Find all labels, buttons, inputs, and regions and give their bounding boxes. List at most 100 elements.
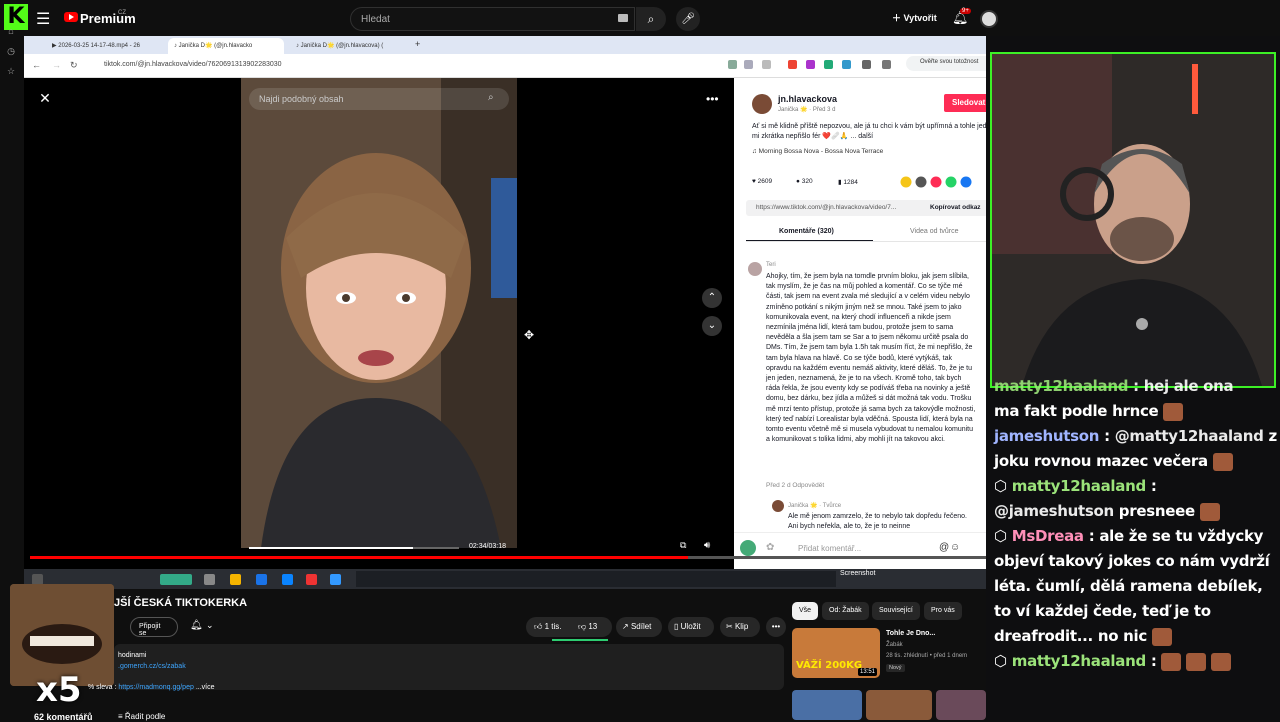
browser-app-icon[interactable] <box>256 574 267 585</box>
keyboard-icon[interactable] <box>618 14 628 22</box>
back-icon[interactable]: ← <box>32 60 41 70</box>
mention-icon[interactable]: @ <box>939 542 949 553</box>
tiktok-video[interactable] <box>241 78 517 548</box>
chip-from-channel[interactable]: Od: Žabák <box>822 602 869 620</box>
more-actions-icon[interactable]: ••• <box>766 617 786 637</box>
browser-tab[interactable]: ▶ 2026-03-25 14-17-48.mp4 - 26 <box>46 38 164 54</box>
create-button[interactable]: ＋ Vytvořit <box>892 11 937 24</box>
chat-username[interactable]: matty12haaland <box>1012 477 1146 495</box>
subscription-bell-icon[interactable]: 🔔︎ <box>190 620 203 631</box>
channel-title[interactable]: JŠÍ ČESKÁ TIKTOKERKA <box>114 597 247 609</box>
home-icon[interactable]: ⌂ <box>5 26 17 38</box>
chat-username[interactable]: MsDreaa <box>1012 527 1084 545</box>
recommendation-thumbnail[interactable] <box>936 690 986 720</box>
tiktok-side-panel: jn.hlavackova Janička 🌟 · Před 3 d Sledo… <box>734 78 1010 572</box>
opera-icon[interactable] <box>306 574 317 585</box>
extension-icon[interactable] <box>788 60 797 69</box>
chat-username[interactable]: jameshutson <box>994 427 1099 445</box>
recommendation-thumbnail[interactable] <box>866 690 932 720</box>
chip-all[interactable]: Vše <box>792 602 819 620</box>
address-bar[interactable]: tiktok.com/@jn.hlavackova/video/76206913… <box>104 61 282 68</box>
recommendation-thumbnail[interactable] <box>792 690 862 720</box>
chat-mention: @matty12haaland <box>1114 427 1264 445</box>
commenter-name[interactable]: Teri <box>766 262 776 268</box>
taskbar-thumbnail[interactable] <box>160 574 192 585</box>
extension-icon[interactable] <box>842 60 851 69</box>
creator-username[interactable]: jn.hlavackova <box>778 94 837 104</box>
extension-icon[interactable] <box>806 60 815 69</box>
recommendation-title[interactable]: Tohle Je Dno... <box>886 630 935 637</box>
youtube-region: CZ <box>118 10 126 16</box>
tab-comments[interactable]: Komentáře (320) <box>779 228 834 235</box>
music-label[interactable]: ♫ Morning Bossa Nova - Bossa Nova Terrac… <box>752 148 883 155</box>
more-options-icon[interactable]: ••• <box>706 92 719 106</box>
like-stat[interactable]: ♥ 2609 <box>752 178 772 185</box>
recommendation-channel[interactable]: Žabák <box>886 642 903 648</box>
add-comment-input[interactable]: Přidat komentář... <box>798 544 861 553</box>
dislike-button[interactable]: 👎︎ 13 <box>572 617 612 637</box>
bookmark-star-icon[interactable] <box>762 60 771 69</box>
browser-tab[interactable]: ♪ Janička D🌟 (@jn.hlavacova) ( <box>290 38 406 54</box>
like-count: 2609 <box>757 178 773 185</box>
extension-icon[interactable] <box>744 60 753 69</box>
copy-link-button[interactable]: Kopírovat odkaz <box>930 204 981 211</box>
screenshot-label[interactable]: Screenshot <box>840 570 875 577</box>
chevron-down-icon[interactable]: ⌄ <box>206 620 214 631</box>
forward-icon[interactable]: → <box>52 60 61 70</box>
star-icon[interactable]: ☆ <box>5 66 17 78</box>
thumbnail-text: VÁŽÍ 200KG <box>796 660 863 671</box>
creator-avatar[interactable] <box>752 94 772 114</box>
save-count: 1284 <box>843 179 858 186</box>
pip-icon[interactable]: ⧉ <box>680 540 686 551</box>
youtube-search-input[interactable]: Hledat <box>350 7 635 31</box>
extension-icon[interactable] <box>824 60 833 69</box>
gift-icon[interactable]: ✿ <box>766 542 774 553</box>
show-more-link[interactable]: ...více <box>196 684 215 691</box>
chip-related[interactable]: Související <box>872 602 920 620</box>
account-avatar[interactable] <box>980 10 998 28</box>
reply-author[interactable]: Janička 🌟 · Tvůrce <box>788 502 841 509</box>
clip-button[interactable]: ✂ Klip <box>720 617 760 637</box>
chat-username[interactable]: matty12haaland <box>994 377 1128 395</box>
taskbar-app-icon[interactable] <box>330 574 341 585</box>
search-button[interactable]: ⌕ <box>636 7 666 31</box>
comment-meta[interactable]: Před 2 d Odpovědět <box>766 482 824 489</box>
close-icon[interactable]: ✕ <box>36 90 54 108</box>
description-link[interactable]: .gomerch.cz/cs/zabak <box>118 663 186 670</box>
extension-icon[interactable] <box>728 60 737 69</box>
description-link[interactable]: https://madmonq.gg/pep <box>118 684 194 691</box>
extensions-puzzle-icon[interactable] <box>882 60 891 69</box>
mic-button[interactable]: 🎤︎ <box>676 7 700 31</box>
taskbar-app-icon[interactable] <box>282 574 293 585</box>
browser-tab-active[interactable]: ♪ Janička D🌟 (@jn.hlavacko <box>168 38 284 54</box>
next-video-button[interactable]: ⌄ <box>702 316 722 336</box>
chat-message: ⬡ MsDreaa : ale že se tu vždycky objeví … <box>994 527 1270 646</box>
share-button[interactable]: ↗ Sdílet <box>616 617 662 637</box>
clock-icon[interactable]: ◷ <box>5 46 17 58</box>
comment-stat[interactable]: ● 320 <box>796 178 813 185</box>
taskbar-app-icon[interactable] <box>204 574 215 585</box>
reload-icon[interactable]: ↻ <box>70 60 78 71</box>
join-button[interactable]: Připojit se <box>130 617 178 637</box>
youtube-logo-text[interactable]: Premium <box>80 11 136 26</box>
search-icon[interactable]: ⌕ <box>488 92 494 103</box>
editor-timeline[interactable] <box>356 571 836 587</box>
save-button[interactable]: ▯ Uložit <box>668 617 714 637</box>
browser-toolbar: ← → ↻ tiktok.com/@jn.hlavackova/video/76… <box>24 54 1012 78</box>
save-stat[interactable]: ▮ 1284 <box>838 178 858 186</box>
commenter-avatar[interactable] <box>748 262 762 276</box>
chip-for-you[interactable]: Pro vás <box>924 602 962 620</box>
extension-icon[interactable] <box>862 60 871 69</box>
badge-icon: ⬡ <box>994 527 1007 545</box>
menu-icon[interactable]: ☰ <box>36 9 50 29</box>
volume-icon[interactable]: 🔊︎ <box>704 540 710 551</box>
emoji-icon[interactable]: ☺ <box>950 542 960 553</box>
chat-username[interactable]: matty12haaland <box>1012 652 1146 670</box>
new-tab-button[interactable]: + <box>412 38 428 54</box>
reply-avatar[interactable] <box>772 500 784 512</box>
previous-video-button[interactable]: ⌃ <box>702 288 722 308</box>
youtube-logo-icon[interactable] <box>64 12 78 22</box>
folder-icon[interactable] <box>230 574 241 585</box>
tab-creator-videos[interactable]: Videa od tvůrce <box>910 228 959 235</box>
tiktok-search-input[interactable]: Najdi podobný obsah <box>249 88 509 110</box>
